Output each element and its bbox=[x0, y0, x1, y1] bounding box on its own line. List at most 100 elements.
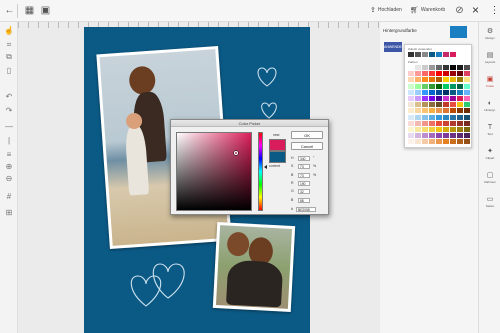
color-swatch[interactable] bbox=[408, 77, 414, 83]
color-swatch[interactable] bbox=[422, 133, 428, 139]
color-swatch[interactable] bbox=[408, 108, 414, 114]
color-swatch[interactable] bbox=[429, 120, 435, 126]
cart-button[interactable]: 🛒︎ Warenkorb bbox=[410, 6, 445, 14]
nav-item-background[interactable]: ◐ Hintergr. bbox=[479, 100, 500, 112]
color-swatch[interactable] bbox=[436, 120, 442, 126]
color-swatch[interactable] bbox=[436, 133, 442, 139]
hex-input[interactable]: BE2058 bbox=[296, 207, 316, 212]
check-icon[interactable]: ⊘ bbox=[454, 5, 465, 16]
color-swatch[interactable] bbox=[429, 83, 435, 89]
color-swatch[interactable] bbox=[415, 108, 421, 114]
color-swatch[interactable] bbox=[422, 108, 428, 114]
color-swatch[interactable] bbox=[422, 77, 428, 83]
zoom-in-icon[interactable]: ⊕ bbox=[4, 162, 14, 172]
color-swatch[interactable] bbox=[415, 139, 421, 145]
color-swatch[interactable] bbox=[464, 102, 470, 108]
color-swatch[interactable] bbox=[457, 89, 463, 95]
color-swatch[interactable] bbox=[464, 71, 470, 77]
color-swatch[interactable] bbox=[408, 89, 414, 95]
color-swatch[interactable] bbox=[415, 133, 421, 139]
color-swatch[interactable] bbox=[429, 65, 435, 70]
color-swatch[interactable] bbox=[422, 102, 428, 108]
hue-slider[interactable] bbox=[258, 132, 263, 211]
color-swatch[interactable] bbox=[415, 96, 421, 101]
color-swatch[interactable] bbox=[408, 102, 414, 108]
color-swatch[interactable] bbox=[457, 96, 463, 101]
color-marker[interactable] bbox=[234, 151, 238, 155]
color-swatch[interactable] bbox=[422, 65, 428, 70]
saturation-brightness-field[interactable] bbox=[176, 132, 252, 211]
color-swatch[interactable] bbox=[464, 133, 470, 139]
color-swatch[interactable] bbox=[464, 120, 470, 126]
color-swatch[interactable] bbox=[450, 102, 456, 108]
color-swatch[interactable] bbox=[464, 96, 470, 101]
color-swatch[interactable] bbox=[443, 96, 449, 101]
color-swatch[interactable] bbox=[422, 83, 428, 89]
color-swatch[interactable] bbox=[450, 83, 456, 89]
color-swatch[interactable] bbox=[415, 114, 421, 120]
color-swatch[interactable] bbox=[415, 65, 421, 70]
color-swatch[interactable] bbox=[436, 108, 442, 114]
color-swatch[interactable] bbox=[457, 139, 463, 145]
color-swatch[interactable] bbox=[415, 127, 421, 132]
color-swatch[interactable] bbox=[443, 114, 449, 120]
color-swatch[interactable] bbox=[443, 127, 449, 132]
color-swatch[interactable] bbox=[408, 133, 414, 139]
color-swatch[interactable] bbox=[450, 65, 456, 70]
color-swatch[interactable] bbox=[450, 114, 456, 120]
color-swatch[interactable] bbox=[429, 108, 435, 114]
nav-item-text[interactable]: T Text bbox=[479, 124, 500, 136]
color-swatch[interactable] bbox=[408, 83, 414, 89]
color-swatch[interactable] bbox=[436, 96, 442, 101]
color-swatch[interactable] bbox=[457, 52, 463, 57]
color-swatch[interactable] bbox=[436, 139, 442, 145]
color-swatch[interactable] bbox=[464, 114, 470, 120]
color-swatch[interactable] bbox=[443, 102, 449, 108]
color-swatch[interactable] bbox=[443, 52, 449, 57]
color-swatch[interactable] bbox=[429, 52, 435, 57]
color-swatch[interactable] bbox=[443, 83, 449, 89]
ok-button[interactable]: OK bbox=[291, 131, 323, 139]
color-swatch[interactable] bbox=[464, 108, 470, 114]
menu-icon[interactable]: ⋮ bbox=[489, 5, 500, 16]
color-swatch[interactable] bbox=[457, 127, 463, 132]
color-swatch[interactable] bbox=[429, 114, 435, 120]
select-tool-icon[interactable]: ☝ bbox=[4, 26, 14, 36]
color-swatch[interactable] bbox=[450, 71, 456, 77]
color-swatch[interactable] bbox=[457, 133, 463, 139]
color-swatch[interactable] bbox=[408, 52, 414, 57]
color-swatch[interactable] bbox=[429, 102, 435, 108]
redo-icon[interactable]: ↷ bbox=[4, 106, 14, 116]
field-input[interactable]: 73 bbox=[298, 172, 310, 178]
color-swatch[interactable] bbox=[415, 120, 421, 126]
photo-piggyback[interactable] bbox=[212, 222, 296, 312]
ruler-icon[interactable]: ⊞ bbox=[4, 208, 14, 218]
zoom-out-icon[interactable]: ⊖ bbox=[4, 174, 14, 184]
color-swatch[interactable] bbox=[408, 96, 414, 101]
color-swatch[interactable] bbox=[464, 83, 470, 89]
double-heart-decoration[interactable] bbox=[126, 258, 196, 312]
undo-icon[interactable]: ↶ bbox=[4, 92, 14, 102]
nav-item-gear[interactable]: ⚙ Design bbox=[479, 28, 500, 40]
color-swatch[interactable] bbox=[464, 65, 470, 70]
color-swatch[interactable] bbox=[436, 114, 442, 120]
field-input[interactable]: 88 bbox=[298, 197, 310, 203]
heart-decoration[interactable] bbox=[252, 64, 282, 124]
grid-icon[interactable]: ▦ bbox=[24, 5, 35, 16]
color-swatch[interactable] bbox=[429, 89, 435, 95]
color-swatch[interactable] bbox=[457, 108, 463, 114]
color-swatch[interactable] bbox=[457, 102, 463, 108]
color-swatch[interactable] bbox=[457, 83, 463, 89]
color-swatch[interactable] bbox=[415, 83, 421, 89]
back-arrow-icon[interactable]: ← bbox=[4, 5, 15, 16]
grid-toggle-icon[interactable]: # bbox=[4, 192, 14, 202]
color-swatch[interactable] bbox=[464, 77, 470, 83]
field-input[interactable]: 32 bbox=[298, 189, 310, 195]
color-swatch[interactable] bbox=[415, 77, 421, 83]
color-swatch[interactable] bbox=[429, 127, 435, 132]
color-swatch[interactable] bbox=[408, 114, 414, 120]
color-swatch[interactable] bbox=[464, 139, 470, 145]
close-icon[interactable]: × bbox=[470, 4, 481, 16]
color-swatch[interactable] bbox=[450, 127, 456, 132]
nav-item-clipart[interactable]: ✦ Clipart bbox=[479, 148, 500, 160]
